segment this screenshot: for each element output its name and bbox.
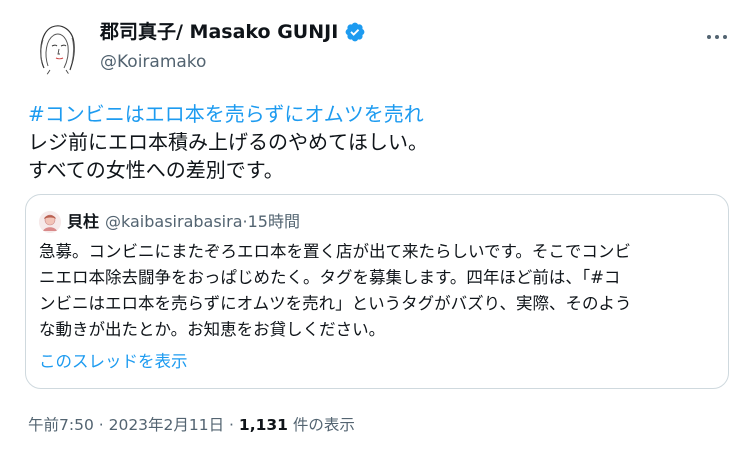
more-dot-icon [723,35,727,39]
tweet-text: #コンビニはエロ本を売らずにオムツを売れ レジ前にエロ本積み上げるのやめてほしい… [28,100,728,184]
more-options-button[interactable] [700,24,734,50]
quoted-timestamp[interactable]: 15時間 [248,212,300,232]
author-name-row: 郡司真子/ Masako GUNJI [100,20,366,44]
quoted-tweet-header: 貝柱 @kaibasirabasira · 15時間 [39,211,300,233]
tweet-date[interactable]: 2023年2月11日 [109,416,225,434]
meta-separator: · [224,416,239,434]
verified-badge-icon[interactable] [344,21,366,43]
quoted-author-handle[interactable]: @kaibasirabasira [105,212,242,232]
author-handle[interactable]: @Koiramako [100,51,206,73]
quoted-tweet-text: 急募。コンビニにまたぞろエロ本を置く店が出て来たらしいです。そこでコンビ ニエロ… [39,239,719,343]
views-label: 件の表示 [287,416,355,434]
quoted-author-avatar[interactable] [39,211,61,233]
quoted-line: 急募。コンビニにまたぞろエロ本を置く店が出て来たらしいです。そこでコンビ [39,242,631,261]
quoted-line: な動きが出たとか。お知恵をお貸しください。 [39,320,386,339]
quoted-tweet[interactable]: 貝柱 @kaibasirabasira · 15時間 急募。コンビニにまたぞろエ… [25,194,729,389]
tweet-line: レジ前にエロ本積み上げるのやめてほしい。 [28,130,428,154]
hashtag-link[interactable]: #コンビニはエロ本を売らずにオムツを売れ [28,102,424,126]
tweet-metadata: 午前7:50 · 2023年2月11日 · 1,131 件の表示 [28,414,355,436]
tweet-time[interactable]: 午前7:50 [28,416,94,434]
show-thread-link[interactable]: このスレッドを表示 [39,351,188,373]
quoted-avatar-icon [39,211,61,233]
quoted-line: ニエロ本除去闘争をおっぱじめたく。タグを募集します。四年ほど前は、「#コ [39,268,621,287]
quoted-line: ンビニはエロ本を売らずにオムツを売れ」というタグがバズり、実際、そのよう [39,294,632,313]
quoted-author-name[interactable]: 貝柱 [67,212,99,232]
more-dot-icon [715,35,719,39]
view-count: 1,131 [238,416,288,434]
author-name[interactable]: 郡司真子/ Masako GUNJI [100,20,338,44]
portrait-avatar-icon [28,18,86,76]
meta-separator: · [93,416,109,434]
more-dot-icon [707,35,711,39]
author-avatar[interactable] [28,18,86,76]
tweet-line: すべての女性への差別です。 [28,158,284,182]
